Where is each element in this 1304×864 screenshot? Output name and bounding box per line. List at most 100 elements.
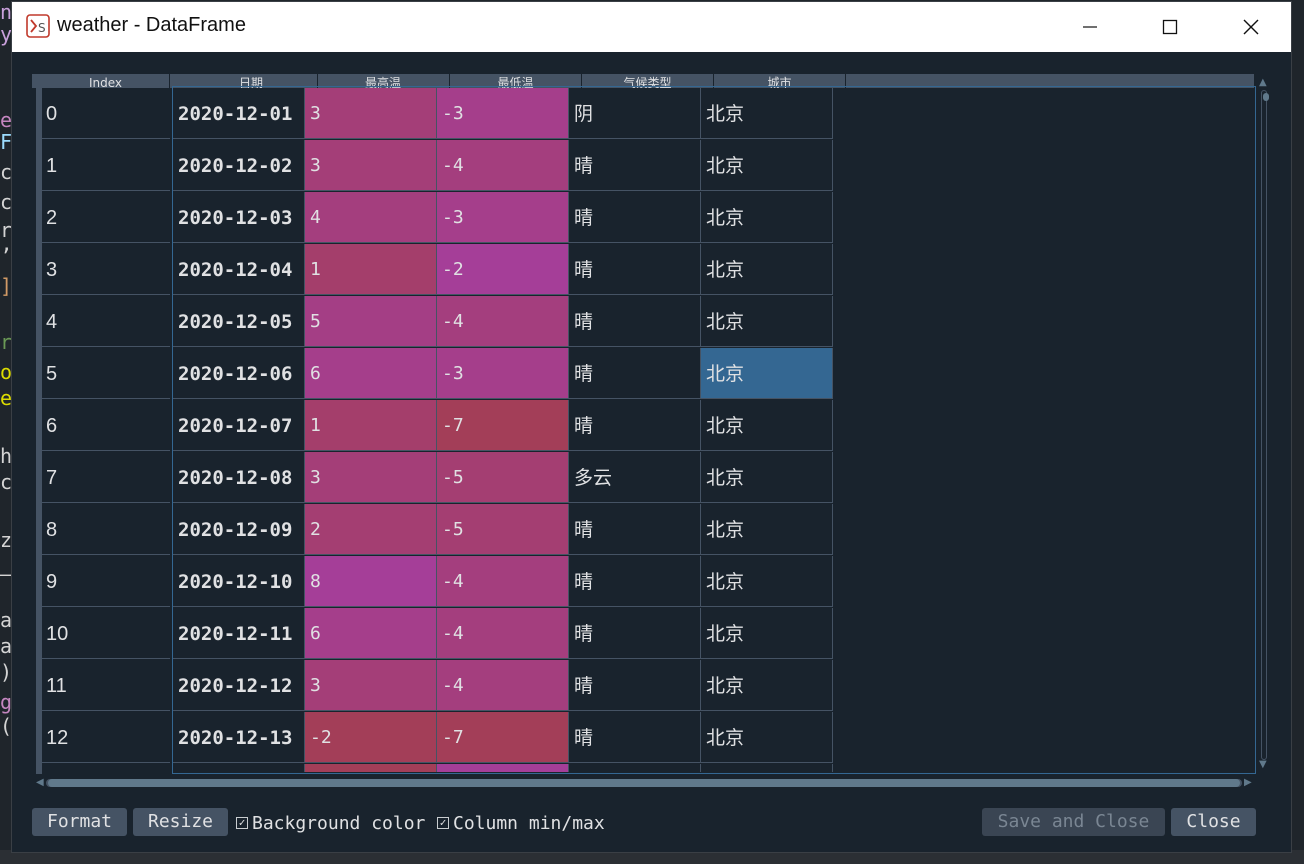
row-index-cell[interactable]: 8 [42, 504, 170, 555]
table-cell-type[interactable] [569, 764, 701, 772]
maximize-button[interactable] [1130, 2, 1210, 52]
table-cell-low[interactable]: -5 [437, 452, 569, 503]
row-index-cell[interactable]: 0 [42, 88, 170, 139]
table-cell-city[interactable]: 北京 [701, 192, 833, 243]
close-button[interactable]: Close [1171, 808, 1256, 836]
vertical-scroll-track[interactable] [1261, 90, 1269, 760]
table-cell-low[interactable]: -4 [437, 608, 569, 659]
table-cell-high[interactable]: 3 [305, 452, 437, 503]
row-index-cell[interactable]: 1 [42, 140, 170, 191]
table-cell-low[interactable]: -2 [437, 244, 569, 295]
table-cell-low[interactable]: -5 [437, 504, 569, 555]
table-cell-type[interactable]: 晴 [569, 296, 701, 347]
table-cell-high[interactable]: 3 [305, 140, 437, 191]
table-cell-date[interactable]: 2020-12-04 [173, 244, 305, 295]
table-cell-type[interactable]: 晴 [569, 140, 701, 191]
table-cell-city[interactable]: 北京 [701, 608, 833, 659]
table-cell-high[interactable]: 6 [305, 348, 437, 399]
table-cell-type[interactable]: 晴 [569, 504, 701, 555]
table-cell-date[interactable]: 2020-12-03 [173, 192, 305, 243]
table-cell-type[interactable]: 多云 [569, 452, 701, 503]
table-cell-low[interactable]: -3 [437, 88, 569, 139]
table-cell-date[interactable]: 2020-12-07 [173, 400, 305, 451]
row-index-cell[interactable]: 9 [42, 556, 170, 607]
table-cell-type[interactable]: 晴 [569, 608, 701, 659]
table-cell-low[interactable]: -7 [437, 400, 569, 451]
table-cell-date[interactable]: 2020-12-12 [173, 660, 305, 711]
table-cell-city[interactable]: 北京 [701, 556, 833, 607]
row-index-cell[interactable]: 10 [42, 608, 170, 659]
table-cell-type[interactable]: 晴 [569, 400, 701, 451]
row-index-cell[interactable] [42, 764, 170, 774]
table-cell-high[interactable]: 3 [305, 88, 437, 139]
table-cell-low[interactable]: -7 [437, 712, 569, 763]
table-cell-high[interactable]: 3 [305, 660, 437, 711]
table-cell-low[interactable]: -4 [437, 296, 569, 347]
vertical-scroll-thumb[interactable] [1263, 93, 1269, 101]
table-cell-high[interactable]: 1 [305, 400, 437, 451]
table-cell-high[interactable]: 5 [305, 296, 437, 347]
resize-button[interactable]: Resize [133, 808, 228, 836]
horizontal-scroll-thumb[interactable] [48, 779, 1240, 787]
table-cell-date[interactable]: 2020-12-08 [173, 452, 305, 503]
table-cell-date[interactable]: 2020-12-06 [173, 348, 305, 399]
table-cell-city[interactable] [701, 764, 833, 772]
table-cell-city[interactable]: 北京 [701, 400, 833, 451]
table-cell-type[interactable]: 晴 [569, 712, 701, 763]
table-cell-city[interactable]: 北京 [701, 296, 833, 347]
row-index-cell[interactable]: 3 [42, 244, 170, 295]
title-bar[interactable]: S weather - DataFrame [12, 2, 1291, 52]
table-cell-city[interactable]: 北京 [701, 244, 833, 295]
table-cell-high[interactable]: 6 [305, 608, 437, 659]
table-cell-type[interactable]: 晴 [569, 192, 701, 243]
background-color-checkbox[interactable]: ✓ Background color [236, 810, 425, 836]
table-cell-low[interactable]: -3 [437, 348, 569, 399]
table-cell-type[interactable]: 晴 [569, 556, 701, 607]
vertical-scrollbar[interactable]: ▲ ▼ [1259, 78, 1269, 770]
scroll-left-arrow-icon[interactable]: ◀ [36, 778, 44, 788]
table-cell-date[interactable]: 2020-12-05 [173, 296, 305, 347]
table-cell-city[interactable]: 北京 [701, 452, 833, 503]
table-cell-high[interactable]: -2 [305, 712, 437, 763]
table-cell-city[interactable]: 北京 [701, 504, 833, 555]
table-cell-city[interactable]: 北京 [701, 140, 833, 191]
table-cell-low[interactable]: -4 [437, 556, 569, 607]
close-window-button[interactable] [1211, 2, 1291, 52]
save-and-close-button[interactable]: Save and Close [982, 808, 1165, 836]
row-index-cell[interactable]: 11 [42, 660, 170, 711]
table-cell-date[interactable]: 2020-12-09 [173, 504, 305, 555]
table-cell-type[interactable]: 晴 [569, 660, 701, 711]
row-index-cell[interactable]: 7 [42, 452, 170, 503]
table-cell-low[interactable]: -3 [437, 192, 569, 243]
minimize-button[interactable] [1050, 2, 1130, 52]
table-cell-city[interactable]: 北京 [701, 712, 833, 763]
index-header[interactable]: Index [42, 74, 170, 88]
table-cell-date[interactable]: 2020-12-13 [173, 712, 305, 763]
format-button[interactable]: Format [32, 808, 127, 836]
horizontal-scrollbar[interactable]: ◀ ▶ [36, 778, 1254, 790]
row-index-cell[interactable]: 6 [42, 400, 170, 451]
table-cell-date[interactable]: 2020-12-01 [173, 88, 305, 139]
table-cell-type[interactable]: 阴 [569, 88, 701, 139]
scroll-up-arrow-icon[interactable]: ▲ [1259, 78, 1267, 88]
table-cell-city[interactable]: 北京 [701, 88, 833, 139]
table-cell-high[interactable] [305, 764, 437, 772]
table-cell-high[interactable]: 4 [305, 192, 437, 243]
table-cell-high[interactable]: 1 [305, 244, 437, 295]
table-cell-date[interactable]: 2020-12-10 [173, 556, 305, 607]
table-cell-date[interactable]: 2020-12-11 [173, 608, 305, 659]
table-cell-city[interactable]: 北京 [701, 348, 833, 399]
scroll-right-arrow-icon[interactable]: ▶ [1244, 778, 1252, 788]
table-cell-date[interactable] [173, 764, 305, 772]
table-cell-date[interactable]: 2020-12-02 [173, 140, 305, 191]
row-index-cell[interactable]: 5 [42, 348, 170, 399]
table-cell-high[interactable]: 8 [305, 556, 437, 607]
row-index-cell[interactable]: 4 [42, 296, 170, 347]
table-cell-city[interactable]: 北京 [701, 660, 833, 711]
table-cell-high[interactable]: 2 [305, 504, 437, 555]
row-index-cell[interactable]: 12 [42, 712, 170, 763]
table-cell-low[interactable]: -4 [437, 140, 569, 191]
row-index-cell[interactable]: 2 [42, 192, 170, 243]
table-cell-type[interactable]: 晴 [569, 348, 701, 399]
table-cell-type[interactable]: 晴 [569, 244, 701, 295]
